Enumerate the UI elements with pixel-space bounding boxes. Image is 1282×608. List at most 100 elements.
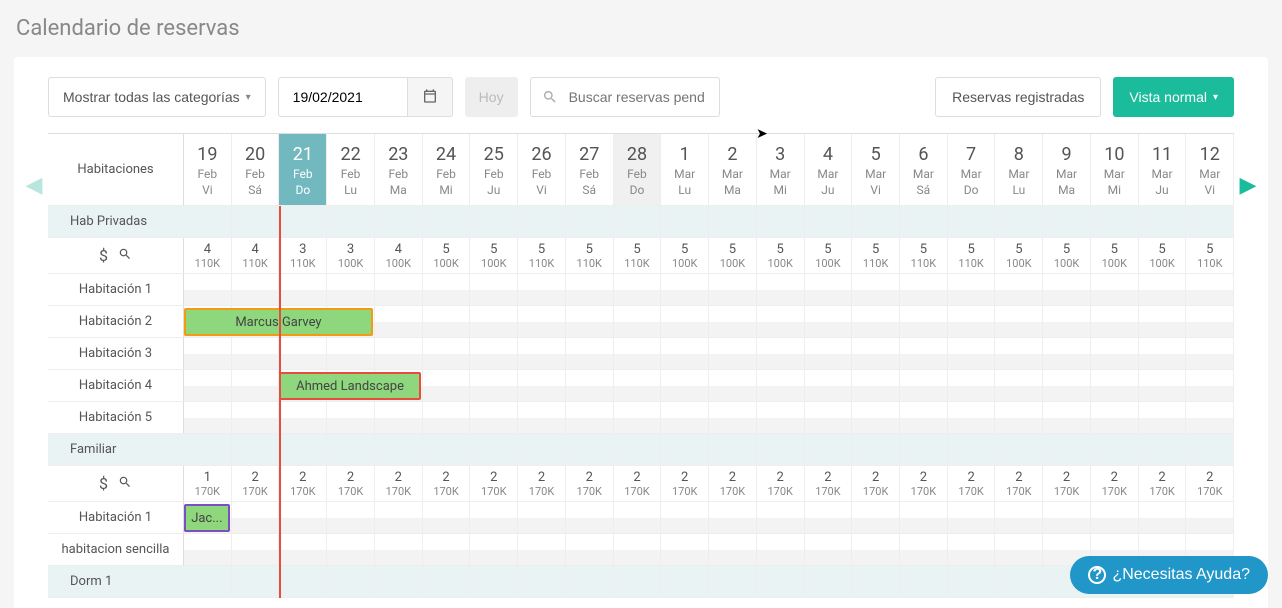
calendar-cell[interactable] [518,306,566,337]
calendar-cell[interactable] [1186,402,1234,433]
calendar-cell[interactable] [757,402,805,433]
price-cell[interactable]: 5110K [1186,238,1234,273]
calendar-cell[interactable] [948,534,996,565]
day-header[interactable]: 22 Feb Lu [327,134,375,205]
calendar-cell[interactable] [375,274,423,305]
price-cell[interactable]: 1170K [184,466,232,501]
calendar-cell[interactable] [948,402,996,433]
calendar-cell[interactable] [948,274,996,305]
calendar-cell[interactable] [948,370,996,401]
calendar-cell[interactable] [375,306,423,337]
category-select[interactable]: Mostrar todas las categorías [48,77,266,117]
calendar-cell[interactable] [1139,502,1187,533]
calendar-cell[interactable] [709,306,757,337]
price-cell[interactable]: 4110K [184,238,232,273]
calendar-cell[interactable] [184,370,232,401]
search-small-icon[interactable] [118,246,132,265]
date-input[interactable] [278,77,408,117]
calendar-cell[interactable] [805,402,853,433]
calendar-cell[interactable] [1139,274,1187,305]
price-cell[interactable]: 5100K [423,238,471,273]
calendar-cell[interactable] [948,338,996,369]
calendar-cell[interactable] [805,306,853,337]
calendar-cell[interactable] [566,502,614,533]
price-cell[interactable]: 5100K [1139,238,1187,273]
calendar-cell[interactable] [279,534,327,565]
calendar-cell[interactable] [1043,274,1091,305]
day-header[interactable]: 20 Feb Sá [232,134,280,205]
day-header[interactable]: 7 Mar Do [948,134,996,205]
price-cell[interactable]: 5100K [1043,238,1091,273]
dollar-icon[interactable]: $ [99,474,108,493]
price-cell[interactable]: 5100K [995,238,1043,273]
calendar-cell[interactable] [232,402,280,433]
calendar-cell[interactable] [232,370,280,401]
calendar-cell[interactable] [852,502,900,533]
price-cell[interactable]: 2170K [566,466,614,501]
calendar-cell[interactable] [423,306,471,337]
calendar-cell[interactable] [232,534,280,565]
calendar-cell[interactable] [1186,338,1234,369]
calendar-cell[interactable] [566,274,614,305]
price-cell[interactable]: 4100K [375,238,423,273]
room-label[interactable]: habitacion sencilla [48,534,184,565]
calendar-cell[interactable] [423,402,471,433]
calendar-cell[interactable] [518,402,566,433]
room-group-header[interactable]: Dorm 1 [48,566,1234,598]
price-cell[interactable]: 2170K [1139,466,1187,501]
calendar-cell[interactable] [1043,402,1091,433]
calendar-cell[interactable] [852,370,900,401]
price-cell[interactable]: 2170K [279,466,327,501]
calendar-cell[interactable] [184,338,232,369]
calendar-cell[interactable] [1139,402,1187,433]
calendar-cell[interactable] [470,502,518,533]
calendar-cell[interactable] [709,534,757,565]
calendar-cell[interactable] [518,502,566,533]
price-cell[interactable]: 5100K [709,238,757,273]
price-cell[interactable]: 3110K [279,238,327,273]
calendar-cell[interactable] [852,402,900,433]
prev-arrow[interactable]: ◀ [24,165,44,205]
calendar-cell[interactable] [900,402,948,433]
day-header[interactable]: 21 Feb Do [279,134,327,205]
day-header[interactable]: 28 Feb Do [614,134,662,205]
calendar-cell[interactable] [614,534,662,565]
price-cell[interactable]: 5110K [566,238,614,273]
room-label[interactable]: Habitación 3 [48,338,184,369]
price-cell[interactable]: 2170K [661,466,709,501]
calendar-cell[interactable] [805,534,853,565]
price-cell[interactable]: 5100K [757,238,805,273]
calendar-cell[interactable] [757,534,805,565]
price-cell[interactable]: 2170K [709,466,757,501]
calendar-cell[interactable] [566,402,614,433]
help-button[interactable]: ? ¿Necesitas Ayuda? [1070,556,1268,594]
calendar-cell[interactable] [327,402,375,433]
day-header[interactable]: 24 Feb Mi [423,134,471,205]
calendar-cell[interactable] [661,274,709,305]
calendar-cell[interactable] [995,274,1043,305]
calendar-cell[interactable] [805,338,853,369]
price-cell[interactable]: 5100K [1091,238,1139,273]
price-cell[interactable]: 2170K [1186,466,1234,501]
calendar-cell[interactable] [852,534,900,565]
day-header[interactable]: 12 Mar Vi [1186,134,1234,205]
today-button[interactable]: Hoy [465,77,518,117]
price-cell[interactable]: 2170K [375,466,423,501]
calendar-cell[interactable] [661,502,709,533]
calendar-cell[interactable] [948,306,996,337]
day-header[interactable]: 10 Mar Mi [1091,134,1139,205]
calendar-cell[interactable] [661,306,709,337]
room-label[interactable]: Habitación 4 [48,370,184,401]
registered-reservations-button[interactable]: Reservas registradas [935,77,1101,117]
day-header[interactable]: 3 Mar Mi [757,134,805,205]
day-header[interactable]: 1 Mar Lu [661,134,709,205]
price-cell[interactable]: 2170K [614,466,662,501]
calendar-cell[interactable] [661,370,709,401]
calendar-cell[interactable] [995,402,1043,433]
calendar-button[interactable] [408,77,453,117]
calendar-cell[interactable] [948,502,996,533]
price-cell[interactable]: 2170K [423,466,471,501]
calendar-cell[interactable] [757,306,805,337]
calendar-cell[interactable] [518,338,566,369]
price-cell[interactable]: 2170K [232,466,280,501]
